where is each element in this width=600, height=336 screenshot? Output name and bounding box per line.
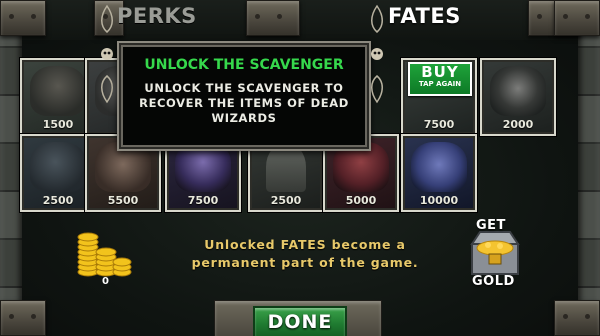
- gold-coins-icon: [77, 232, 132, 277]
- fate-card-cost: 5500: [107, 194, 139, 207]
- tooltip-title: UNLOCK THE SCAVENGER: [144, 57, 344, 73]
- fate-card-cost: 2500: [270, 194, 302, 207]
- done-button[interactable]: DONE: [253, 306, 347, 336]
- buy-button[interactable]: BUY TAP AGAIN: [408, 62, 472, 96]
- frame-cap: [0, 0, 46, 36]
- fate-card-cost: 5000: [345, 194, 377, 207]
- skull-ornament-icon: [101, 4, 113, 104]
- gold-count: 0: [102, 276, 109, 287]
- fate-card-cost: 1500: [42, 118, 74, 131]
- buy-label: BUY: [421, 63, 459, 81]
- frame-cap: [554, 0, 600, 36]
- game-screen: PERKS FATES 1500 7500 BUY TAP AGAIN 2000…: [0, 0, 600, 336]
- stone-frame-right: [578, 0, 600, 336]
- tab-perks[interactable]: PERKS: [117, 4, 197, 28]
- done-button-frame: DONE: [214, 300, 382, 336]
- fate-card-selected[interactable]: 7500 BUY TAP AGAIN: [401, 58, 477, 136]
- tooltip-panel: UNLOCK THE SCAVENGER UNLOCK THE SCAVENGE…: [117, 41, 371, 151]
- frame-cap: [0, 300, 46, 336]
- stone-frame-left: [0, 0, 22, 336]
- fate-card-cost: 2500: [42, 194, 74, 207]
- fate-card-art: [30, 66, 86, 116]
- fate-card[interactable]: 2000: [480, 58, 556, 136]
- tap-again-label: TAP AGAIN: [418, 80, 462, 88]
- fate-card-art: [30, 142, 86, 192]
- info-message: Unlocked FATES become a permanent part o…: [191, 237, 419, 270]
- get-gold-label-top: GET: [476, 218, 506, 233]
- frame-cap: [554, 300, 600, 336]
- fate-card-art: [411, 142, 467, 192]
- skull-ornament-icon: [371, 4, 383, 104]
- fate-card-cost: 2000: [502, 118, 534, 131]
- get-gold-button[interactable]: GET GOLD: [458, 218, 532, 292]
- fate-card[interactable]: 10000: [401, 134, 477, 212]
- get-gold-label-bottom: GOLD: [472, 274, 515, 289]
- frame-cap: [246, 0, 300, 36]
- fate-card-cost: 10000: [419, 194, 459, 207]
- fate-card-art: [490, 66, 546, 116]
- tab-fates[interactable]: FATES: [388, 4, 461, 28]
- fate-card-cost: 7500: [187, 194, 219, 207]
- done-label: DONE: [267, 311, 333, 333]
- tooltip-description: UNLOCK THE SCAVENGER TO RECOVER THE ITEM…: [139, 81, 349, 125]
- fate-card-cost: 7500: [423, 118, 455, 131]
